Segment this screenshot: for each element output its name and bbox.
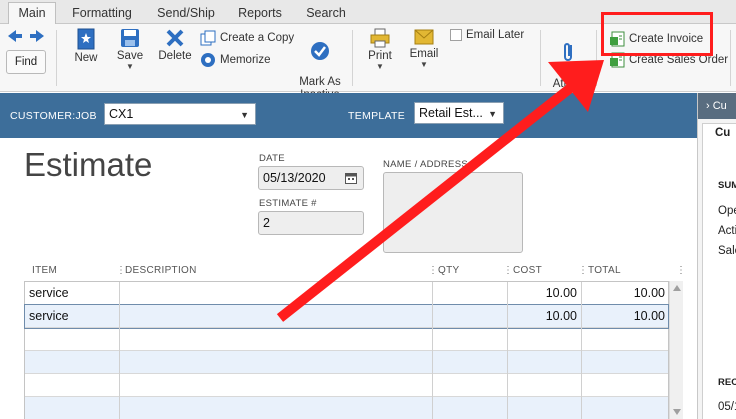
annotation-arrow-icon [276,60,604,322]
estimate-window: Main Formatting Send/Ship Reports Search… [0,0,736,419]
